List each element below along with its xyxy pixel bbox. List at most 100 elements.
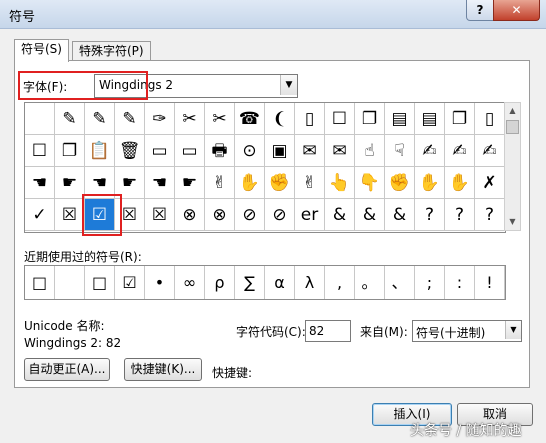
symbol-cell[interactable]: ✍ (415, 135, 445, 167)
chevron-down-icon[interactable]: ▼ (505, 321, 521, 339)
recent-symbol-cell[interactable]: , (325, 266, 355, 299)
recent-symbol-cell[interactable]: ∑ (235, 266, 265, 299)
symbol-cell[interactable]: ❐ (355, 103, 385, 135)
symbol-grid-scrollbar[interactable]: ▲ ▼ (504, 102, 521, 231)
recent-symbol-cell[interactable] (55, 266, 85, 299)
symbol-cell[interactable]: ❐ (445, 103, 475, 135)
symbol-cell[interactable]: ☎ (235, 103, 265, 135)
scroll-up-icon[interactable]: ▲ (505, 103, 520, 119)
font-label: 字体(F): (23, 80, 68, 94)
symbol-cell[interactable] (25, 103, 55, 135)
unicode-name-label: Unicode 名称: (24, 319, 105, 333)
symbol-cell[interactable]: ▯ (295, 103, 325, 135)
symbol-cell[interactable]: 🖶 (205, 135, 235, 167)
symbol-cell[interactable]: 📋 (85, 135, 115, 167)
from-select[interactable]: 符号(十进制) ▼ (412, 320, 522, 342)
title-bar: 符号 ? ✕ (0, 0, 546, 29)
symbol-cell[interactable]: ☛ (175, 167, 205, 199)
symbol-cell[interactable]: ☚ (145, 167, 175, 199)
close-button[interactable]: ✕ (493, 0, 540, 21)
symbol-cell[interactable]: ▯ (475, 103, 505, 135)
recent-symbol-cell[interactable]: 。 (355, 266, 385, 299)
symbol-cell[interactable]: ? (445, 199, 475, 231)
symbol-cell[interactable]: ✌ (295, 167, 325, 199)
symbol-cell[interactable]: er (295, 199, 325, 231)
symbol-cell[interactable]: ⊙ (235, 135, 265, 167)
symbol-cell[interactable]: & (385, 199, 415, 231)
symbol-cell[interactable]: ⊘ (235, 199, 265, 231)
symbol-cell[interactable]: ☚ (85, 167, 115, 199)
symbol-cell[interactable]: ⊗ (175, 199, 205, 231)
symbol-cell[interactable]: ☚ (25, 167, 55, 199)
symbol-cell[interactable]: ✂ (205, 103, 235, 135)
symbol-cell[interactable]: ☛ (55, 167, 85, 199)
symbol-cell[interactable]: ☒ (55, 199, 85, 231)
symbol-cell[interactable]: ❨ (265, 103, 295, 135)
shortcut-key-button[interactable]: 快捷键(K)... (124, 358, 202, 381)
symbol-cell[interactable]: ☐ (325, 103, 355, 135)
symbol-cell[interactable]: ✑ (145, 103, 175, 135)
symbol-cell[interactable]: ✉ (325, 135, 355, 167)
symbol-cell[interactable]: ☒ (115, 199, 145, 231)
symbol-cell[interactable]: ✊ (265, 167, 295, 199)
symbol-cell[interactable]: ✋ (235, 167, 265, 199)
symbol-cell[interactable]: ⊗ (205, 199, 235, 231)
symbol-cell[interactable]: ✗ (475, 167, 505, 199)
recent-symbol-cell[interactable]: ρ (205, 266, 235, 299)
symbol-cell[interactable]: & (325, 199, 355, 231)
recent-symbol-cell[interactable]: □ (85, 266, 115, 299)
symbol-cell[interactable]: ✋ (415, 167, 445, 199)
symbol-cell[interactable]: ✂ (175, 103, 205, 135)
symbol-cell[interactable]: & (355, 199, 385, 231)
symbol-cell[interactable]: ▭ (175, 135, 205, 167)
from-label: 来自(M): (360, 325, 408, 339)
tab-symbols[interactable]: 符号(S) (14, 39, 69, 62)
symbol-cell[interactable]: ☑ (85, 199, 115, 231)
symbol-cell[interactable]: ❐ (55, 135, 85, 167)
symbol-cell[interactable]: ☝ (355, 135, 385, 167)
symbol-cell[interactable]: 👇 (355, 167, 385, 199)
recent-symbol-cell[interactable]: 、 (385, 266, 415, 299)
symbol-cell[interactable]: 🗑 (115, 135, 145, 167)
symbol-cell[interactable]: ☟ (385, 135, 415, 167)
recent-symbol-cell[interactable]: λ (295, 266, 325, 299)
recent-symbol-cell[interactable]: □ (25, 266, 55, 299)
recent-symbol-cell[interactable]: ☑ (115, 266, 145, 299)
symbol-cell[interactable]: ✌ (205, 167, 235, 199)
symbol-cell[interactable]: ⊘ (265, 199, 295, 231)
shortcut-label: 快捷键: (212, 366, 253, 380)
symbol-cell[interactable]: ▭ (145, 135, 175, 167)
autocorrect-button[interactable]: 自动更正(A)... (24, 358, 110, 381)
symbol-cell[interactable]: ✎ (85, 103, 115, 135)
recent-symbol-cell[interactable]: • (145, 266, 175, 299)
symbol-cell[interactable]: ? (475, 199, 505, 231)
symbol-cell[interactable]: ✓ (25, 199, 55, 231)
char-code-input[interactable]: 82 (305, 320, 351, 342)
symbol-cell[interactable]: ▤ (385, 103, 415, 135)
scroll-down-icon[interactable]: ▼ (505, 214, 520, 230)
font-select[interactable]: Wingdings 2 ▼ (94, 74, 298, 98)
symbol-cell[interactable]: ✋ (445, 167, 475, 199)
symbol-cell[interactable]: ▤ (415, 103, 445, 135)
symbol-cell[interactable]: 👆 (325, 167, 355, 199)
symbol-cell[interactable]: ✊ (385, 167, 415, 199)
symbol-cell[interactable]: ✎ (115, 103, 145, 135)
tab-special-characters[interactable]: 特殊字符(P) (72, 41, 151, 61)
recent-symbol-cell[interactable]: α (265, 266, 295, 299)
symbol-cell[interactable]: ✍ (445, 135, 475, 167)
symbol-cell[interactable]: ☒ (145, 199, 175, 231)
scroll-thumb[interactable] (506, 120, 519, 134)
symbol-cell[interactable]: ☐ (25, 135, 55, 167)
recent-symbol-cell[interactable]: ! (475, 266, 505, 299)
help-button[interactable]: ? (466, 0, 494, 21)
recent-symbol-cell[interactable]: ; (415, 266, 445, 299)
symbol-cell[interactable]: ✎ (55, 103, 85, 135)
symbol-cell[interactable]: ✍ (475, 135, 505, 167)
recent-symbol-cell[interactable]: ∞ (175, 266, 205, 299)
chevron-down-icon[interactable]: ▼ (280, 75, 297, 95)
symbol-cell[interactable]: ▣ (265, 135, 295, 167)
symbol-cell[interactable]: ? (415, 199, 445, 231)
symbol-cell[interactable]: ✉ (295, 135, 325, 167)
recent-symbol-cell[interactable]: : (445, 266, 475, 299)
symbol-cell[interactable]: ☛ (115, 167, 145, 199)
